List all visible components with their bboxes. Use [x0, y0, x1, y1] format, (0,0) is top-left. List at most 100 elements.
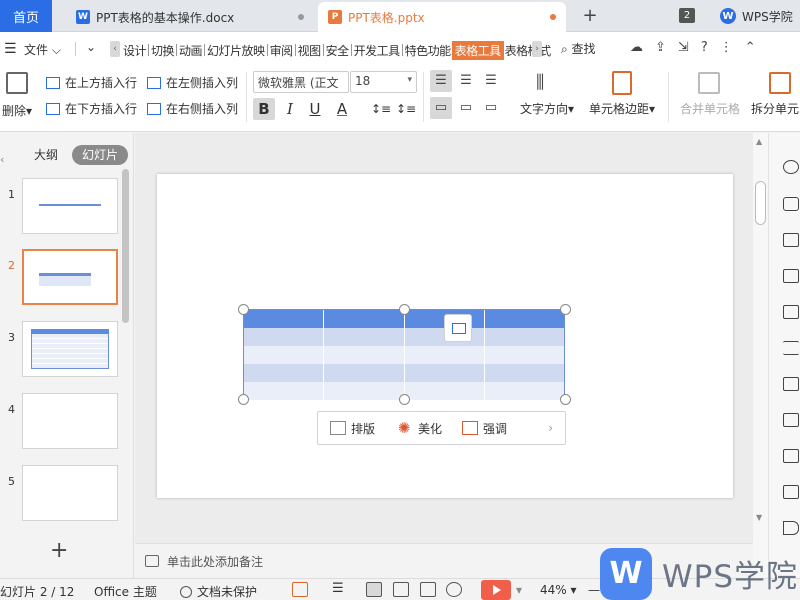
menu-scroll-right-icon[interactable]: ›	[532, 41, 542, 57]
protection-status[interactable]: 文档未保护	[180, 583, 257, 600]
beautify-theme-icon[interactable]	[292, 582, 308, 597]
beautify-button[interactable]: ✺ 美化	[395, 420, 442, 437]
cell-margin-button[interactable]: 单元格边距 ▾	[589, 100, 655, 117]
scroll-down-icon[interactable]: ▼	[756, 513, 762, 522]
hamburger-menu-icon[interactable]: ☰	[4, 41, 17, 57]
slide-thumbnail[interactable]: 3	[0, 321, 126, 381]
tab-close-icon[interactable]	[298, 14, 304, 20]
insert-col-left-button[interactable]: 在左侧插入列	[147, 74, 238, 91]
collapse-ribbon-icon[interactable]: ⌃	[745, 40, 756, 55]
paragraph-spacing-icon[interactable]: ↕≡	[395, 98, 417, 120]
italic-button[interactable]: I	[279, 98, 301, 120]
arrange-button[interactable]: 排版	[330, 420, 375, 437]
reading-view-icon[interactable]	[420, 582, 436, 597]
grid-icon[interactable]	[783, 269, 799, 283]
normal-view-icon[interactable]	[366, 582, 382, 597]
new-tab-button[interactable]: +	[580, 4, 600, 28]
insert-row-above-button[interactable]: 在上方插入行	[46, 74, 137, 91]
emphasize-button[interactable]: 强调	[462, 420, 507, 437]
quick-access-dropdown-icon[interactable]: ⌄	[86, 40, 96, 54]
tab-home[interactable]: 首页	[0, 0, 52, 32]
delete-table-icon[interactable]	[6, 72, 28, 94]
insert-col-right-button[interactable]: 在右侧插入列	[147, 100, 238, 117]
zoom-out-button[interactable]: —	[588, 583, 600, 597]
scroll-thumb[interactable]	[755, 181, 766, 225]
scroll-up-icon[interactable]: ▲	[756, 137, 762, 146]
resize-handle[interactable]	[399, 304, 410, 315]
window-count-badge[interactable]: 2	[679, 8, 695, 23]
zoom-level[interactable]: 44% ▾	[540, 583, 577, 597]
align-center-icon[interactable]: ▭	[455, 97, 477, 119]
slide-table[interactable]	[243, 309, 565, 400]
tab-table-tools[interactable]: 表格工具	[451, 40, 504, 60]
tab-design[interactable]: 设计	[122, 42, 147, 59]
picture-icon[interactable]	[783, 485, 799, 499]
play-slideshow-button[interactable]	[481, 580, 511, 600]
search-button[interactable]: ⌕ 查找	[561, 40, 596, 57]
theme-label[interactable]: Office 主题	[94, 583, 157, 600]
tab-modified-dot-icon[interactable]	[550, 14, 556, 20]
resize-handle[interactable]	[399, 394, 410, 405]
tab-transition[interactable]: 切换	[150, 42, 175, 59]
insert-row-below-button[interactable]: 在下方插入行	[46, 100, 137, 117]
slide-thumbnail[interactable]: 4	[0, 393, 126, 453]
record-icon[interactable]	[446, 582, 462, 597]
resize-handle[interactable]	[560, 394, 571, 405]
merge-cells-button[interactable]: 合并单元格	[680, 100, 740, 117]
chevron-right-icon[interactable]: ›	[548, 421, 553, 435]
align-middle-icon[interactable]: ▭	[430, 97, 452, 119]
shape-icon[interactable]	[783, 160, 799, 174]
fill-icon[interactable]	[783, 197, 799, 211]
more-icon[interactable]: ⋮	[720, 40, 733, 55]
play-options-chevron-icon[interactable]: ▾	[516, 583, 522, 597]
align-top-left-icon[interactable]: ☰	[430, 70, 452, 92]
tab-slideshow[interactable]: 幻灯片放映	[206, 42, 266, 59]
slide-thumbnail[interactable]: 1	[0, 178, 126, 238]
cloud-sync-icon[interactable]: ☁	[630, 40, 643, 55]
align-top-center-icon[interactable]: ☰	[455, 70, 477, 92]
canvas-scrollbar[interactable]: ▲ ▼	[753, 133, 768, 578]
font-size-select[interactable]: 18 ▾	[350, 71, 417, 93]
share-icon[interactable]: ⇪	[655, 40, 666, 55]
align-top-right-icon[interactable]: ☰	[480, 70, 502, 92]
tab-outline[interactable]: 大纲	[24, 145, 68, 165]
chart-icon[interactable]	[783, 305, 799, 319]
tab-features[interactable]: 特色功能	[404, 42, 452, 59]
tab-docx[interactable]: W PPT表格的基本操作.docx	[66, 2, 314, 32]
resize-handle[interactable]	[560, 304, 571, 315]
tab-view[interactable]: 视图	[297, 42, 322, 59]
tab-security[interactable]: 安全	[325, 42, 350, 59]
align-bottom-icon[interactable]: ▭	[480, 97, 502, 119]
table-options-button[interactable]	[444, 314, 472, 342]
collapse-panel-icon[interactable]: ‹	[0, 153, 4, 166]
slide-thumbnail[interactable]: 5	[0, 465, 126, 525]
resize-handle[interactable]	[238, 394, 249, 405]
panel-scrollbar[interactable]	[122, 169, 129, 323]
slide-sorter-icon[interactable]	[393, 582, 409, 597]
settings-sliders-icon[interactable]	[783, 341, 799, 355]
frame-icon[interactable]	[783, 377, 799, 391]
add-slide-icon[interactable]: +	[50, 538, 68, 563]
wps-academy-link[interactable]: W WPS学院	[720, 5, 793, 27]
underline-button[interactable]: U	[304, 98, 326, 120]
tab-slides[interactable]: 幻灯片	[72, 145, 129, 165]
font-family-select[interactable]: 微软雅黑 (正文	[253, 71, 349, 93]
translate-icon[interactable]	[783, 449, 799, 463]
split-cells-button[interactable]: 拆分单元	[751, 100, 799, 117]
help-icon[interactable]: ?	[701, 40, 708, 55]
table-icon[interactable]	[783, 233, 799, 247]
tab-animation[interactable]: 动画	[178, 42, 203, 59]
notes-toggle-icon[interactable]: ☰	[332, 582, 348, 597]
line-spacing-icon[interactable]: ↕≡	[370, 98, 392, 120]
search-replace-icon[interactable]	[783, 413, 799, 427]
menu-scroll-left-icon[interactable]: ‹	[110, 41, 120, 57]
file-menu[interactable]: 文件 ⌵	[24, 41, 61, 58]
tab-review[interactable]: 审阅	[269, 42, 294, 59]
tab-pptx[interactable]: P PPT表格.pptx	[318, 2, 566, 32]
resize-handle[interactable]	[238, 304, 249, 315]
tab-developer[interactable]: 开发工具	[353, 42, 401, 59]
slide-thumbnail[interactable]: 2	[0, 249, 126, 309]
export-icon[interactable]: ⇲	[678, 40, 689, 55]
delete-button[interactable]: 删除 ▾	[2, 102, 32, 119]
tab-table-style[interactable]: 表格样式	[504, 42, 552, 59]
